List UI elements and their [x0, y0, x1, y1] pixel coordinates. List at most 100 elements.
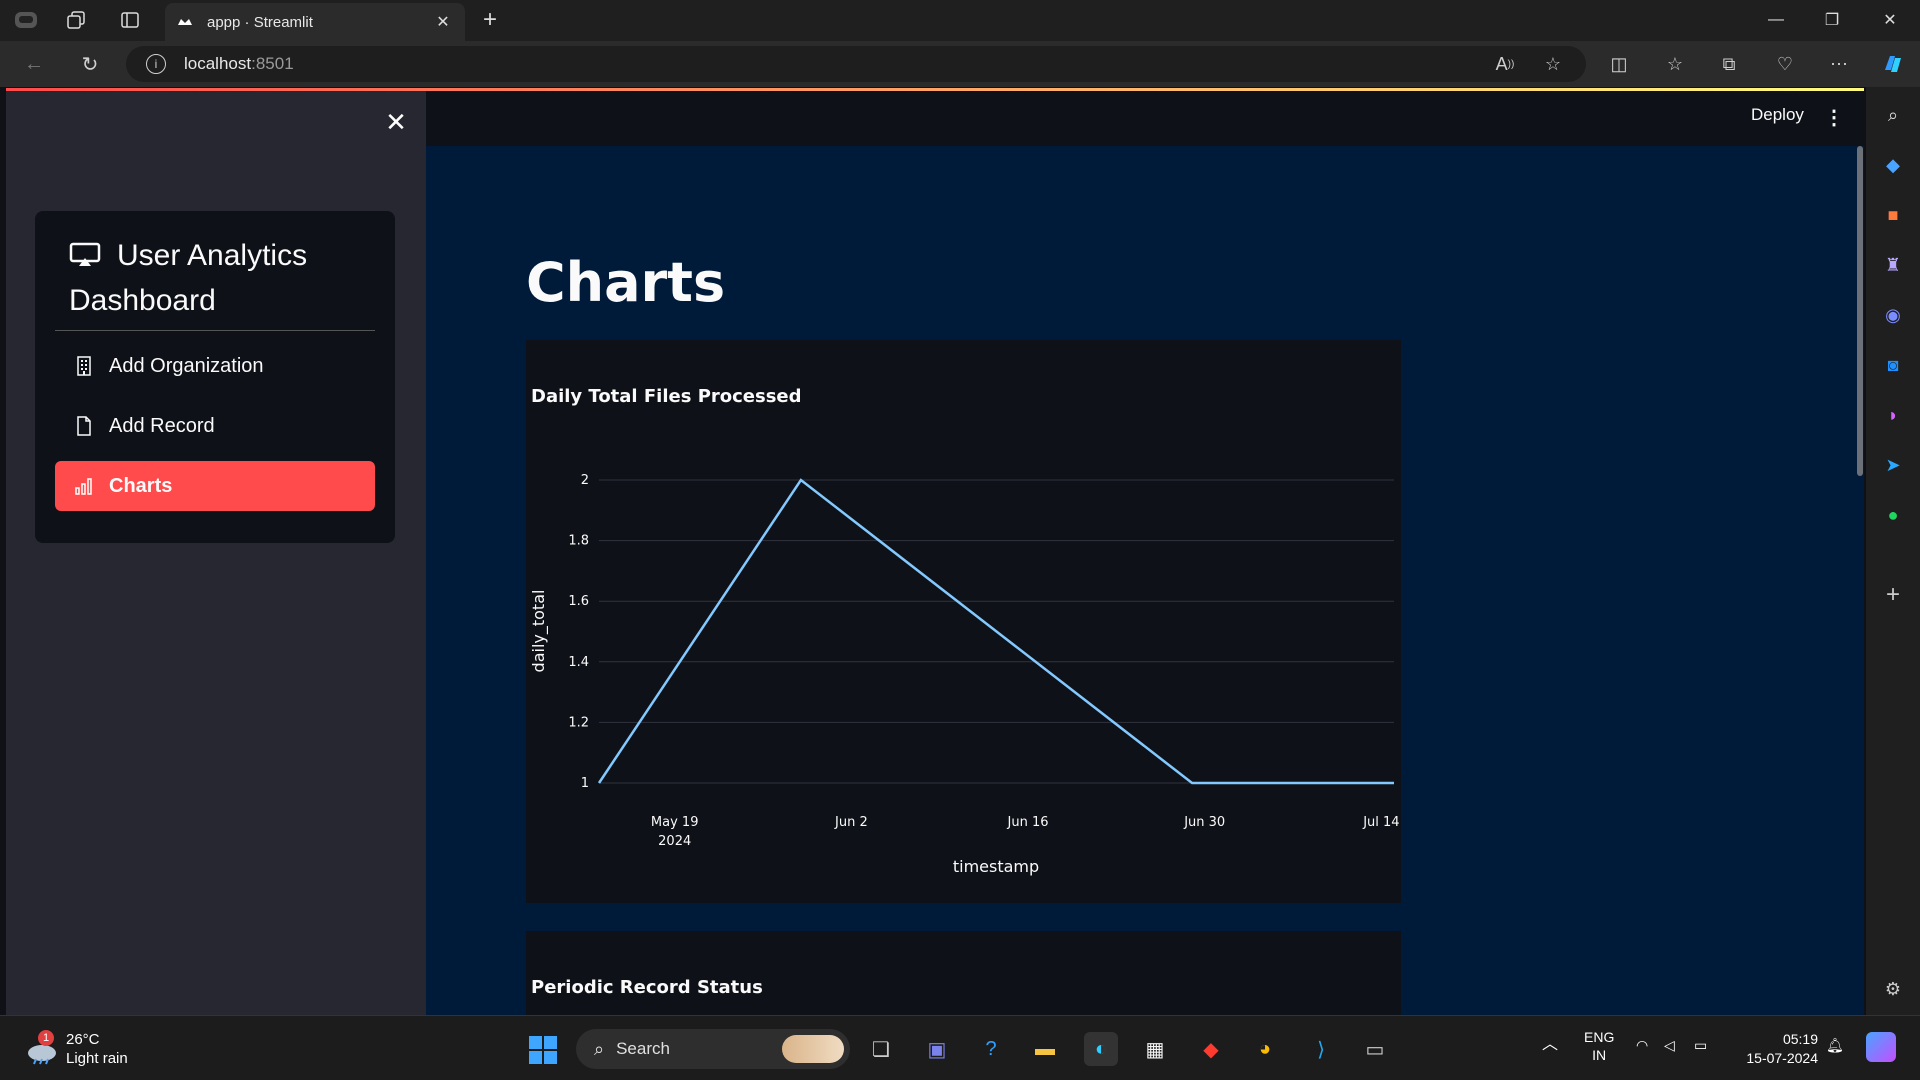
tab-title: appp · Streamlit: [207, 13, 313, 31]
store-icon[interactable]: ▦: [1138, 1032, 1172, 1066]
notification-bell-icon[interactable]: 🔔︎: [1826, 1036, 1844, 1054]
restore-icon[interactable]: ❐: [1804, 0, 1860, 40]
back-icon[interactable]: ←: [16, 48, 52, 80]
copilot-tray-icon[interactable]: [1866, 1032, 1896, 1062]
site-info-icon[interactable]: i: [146, 54, 166, 74]
weather-widget[interactable]: 1 26°C Light rain: [24, 1030, 128, 1068]
menu-item-label: Charts: [109, 474, 173, 497]
page-title: Charts: [526, 251, 726, 314]
workspaces-icon[interactable]: [60, 6, 92, 34]
favorites-icon[interactable]: ☆: [1660, 50, 1690, 78]
chart-card-daily-total: Daily Total Files Processed 1 1.2 1.4 1.6 1.…: [526, 340, 1401, 903]
volume-icon[interactable]: ◁: [1664, 1036, 1675, 1054]
chrome-icon[interactable]: ◕: [1248, 1032, 1282, 1066]
x-tick-label: May 19: [651, 815, 699, 830]
telegram-icon[interactable]: ➤: [1881, 453, 1905, 477]
refresh-icon[interactable]: ↻: [72, 48, 108, 80]
clock[interactable]: 05:19 15-07-2024: [1738, 1030, 1818, 1068]
search-highlight-icon: [782, 1035, 844, 1063]
y-tick-label: 1: [581, 776, 589, 791]
windows-start-icon[interactable]: [528, 1035, 558, 1065]
copilot-sidebar-icon[interactable]: ◉: [1881, 303, 1905, 327]
shopping-tag-icon[interactable]: ◆: [1881, 153, 1905, 177]
file-explorer-icon[interactable]: ▬: [1028, 1032, 1062, 1066]
language-indicator[interactable]: ENG IN: [1584, 1028, 1614, 1064]
edge-icon[interactable]: ◐: [1084, 1032, 1118, 1066]
y-tick-label: 1.4: [568, 655, 589, 670]
games-icon[interactable]: ♜: [1881, 253, 1905, 277]
outlook-icon[interactable]: ◙: [1881, 353, 1905, 377]
sidebar: ✕ User Analytics Dashboard Add Organizat…: [6, 91, 426, 1015]
teams-icon[interactable]: ▣: [920, 1032, 954, 1066]
y-tick-label: 1.8: [568, 534, 589, 549]
x-tick-label: Jun 16: [1007, 815, 1049, 830]
clock-date: 15-07-2024: [1746, 1050, 1818, 1066]
menu-divider: [55, 330, 375, 331]
chart-card-periodic-status: Periodic Record Status: [526, 931, 1401, 1015]
minimize-icon[interactable]: —: [1748, 0, 1804, 40]
chart-title: Periodic Record Status: [531, 977, 763, 998]
tray-chevron-icon[interactable]: ︿: [1542, 1036, 1558, 1054]
add-sidebar-app-icon[interactable]: +: [1881, 581, 1905, 608]
url-field[interactable]: i localhost:8501: [126, 46, 1586, 82]
vscode-icon[interactable]: ⟩: [1304, 1032, 1338, 1066]
y-tick-label: 1.6: [568, 594, 589, 609]
search-icon[interactable]: ⌕: [1881, 103, 1905, 127]
menu-title: User Analytics Dashboard: [69, 233, 369, 323]
series-line: [597, 478, 1394, 785]
scrollbar[interactable]: [1857, 146, 1863, 476]
y-tick-label: 1.2: [568, 715, 589, 730]
tools-icon[interactable]: ■: [1881, 203, 1905, 227]
spotify-icon[interactable]: ●: [1881, 503, 1905, 527]
menu-item-add-record[interactable]: Add Record: [55, 401, 375, 451]
taskbar-search[interactable]: ⌕ Search: [576, 1029, 850, 1069]
collections-icon[interactable]: ⧉: [1714, 50, 1744, 78]
terminal-icon[interactable]: ▭: [1358, 1032, 1392, 1066]
browser-tab[interactable]: appp · Streamlit ✕: [165, 3, 465, 41]
git-app-icon[interactable]: ◆: [1194, 1032, 1228, 1066]
streamlit-favicon-icon: [178, 19, 192, 25]
main-content: Charts Daily Total Files Processed 1 1.2 1…: [426, 146, 1864, 1015]
read-aloud-icon[interactable]: A)): [1490, 50, 1520, 78]
deploy-button[interactable]: Deploy: [1751, 105, 1804, 125]
split-screen-icon[interactable]: ◫: [1604, 50, 1634, 78]
browser-tab-bar: appp · Streamlit ✕ + — ❐ ✕: [0, 0, 1920, 41]
menu-item-charts[interactable]: Charts: [55, 461, 375, 511]
task-view-icon[interactable]: ❏: [864, 1032, 898, 1066]
copilot-icon[interactable]: [1878, 50, 1908, 78]
browser-essentials-icon[interactable]: ♡: [1770, 50, 1800, 78]
favorite-star-icon[interactable]: ☆: [1538, 50, 1568, 78]
screen: appp · Streamlit ✕ + — ❐ ✕ ← ↻ i localho…: [0, 0, 1920, 1080]
weather-desc: Light rain: [66, 1050, 128, 1067]
weather-temp: 26°C: [66, 1031, 100, 1048]
more-icon[interactable]: ⋯: [1824, 50, 1854, 78]
option-menu: User Analytics Dashboard Add Organizatio…: [35, 211, 395, 543]
bar-chart-icon: [75, 476, 93, 496]
designer-icon[interactable]: ◗: [1881, 403, 1905, 427]
menu-title-text: User Analytics Dashboard: [69, 239, 308, 317]
weather-cloud-icon: 1: [24, 1030, 60, 1065]
app-header: Deploy ⋮: [426, 91, 1864, 146]
help-icon[interactable]: ?: [974, 1032, 1008, 1066]
file-icon: [75, 416, 93, 436]
menu-item-add-organization[interactable]: Add Organization: [55, 341, 375, 391]
tab-actions-icon[interactable]: [114, 6, 146, 34]
y-tick-label: 2: [581, 473, 589, 488]
line-chart[interactable]: 1 1.2 1.4 1.6 1.8 2 May 19 2024 Jun 2 Jun 16 Jun 3…: [526, 340, 1401, 903]
battery-icon[interactable]: ▭: [1694, 1036, 1707, 1054]
wifi-icon[interactable]: ◠: [1636, 1036, 1648, 1054]
address-bar-row: ← ↻ i localhost:8501 A)) ☆ ◫ ☆ ⧉ ♡ ⋯: [0, 41, 1920, 87]
x-tick-label: Jun 30: [1183, 815, 1225, 830]
profile-icon[interactable]: [10, 6, 42, 34]
sidebar-settings-icon[interactable]: ⚙: [1881, 977, 1905, 1001]
new-tab-icon[interactable]: +: [474, 6, 506, 34]
tab-close-icon[interactable]: ✕: [433, 12, 453, 32]
x-tick-label: 2024: [658, 834, 691, 849]
menu-item-label: Add Organization: [109, 354, 264, 377]
x-tick-label: Jul 14: [1362, 815, 1399, 830]
lang-bottom: IN: [1592, 1047, 1607, 1063]
window-close-icon[interactable]: ✕: [1862, 0, 1918, 40]
main-menu-icon[interactable]: ⋮: [1824, 105, 1844, 130]
sidebar-close-icon[interactable]: ✕: [381, 107, 411, 137]
x-tick-label: Jun 2: [834, 815, 868, 830]
